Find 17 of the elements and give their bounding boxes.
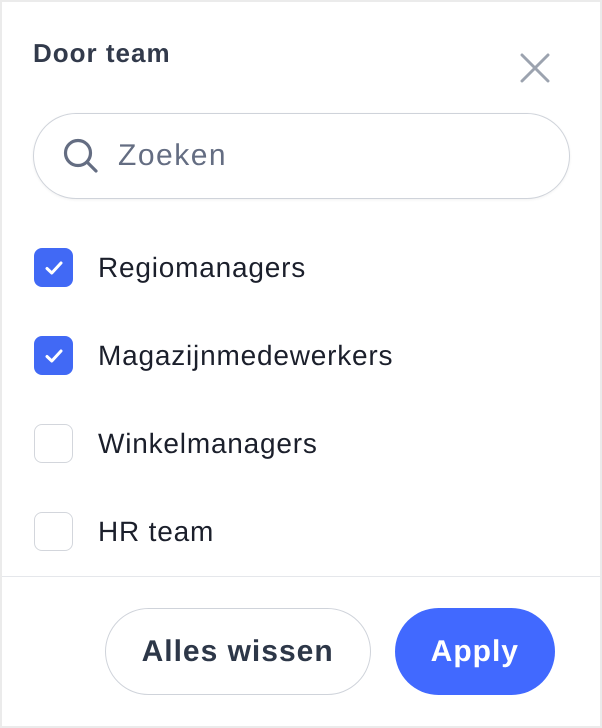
option-label: Magazijnmedewerkers — [98, 338, 394, 372]
search-icon — [63, 138, 98, 173]
checkbox[interactable] — [34, 336, 73, 375]
close-button[interactable] — [520, 53, 550, 83]
option-label: Winkelmanagers — [98, 426, 318, 460]
panel-title: Door team — [33, 37, 171, 69]
close-icon — [520, 53, 550, 83]
clear-button[interactable]: Alles wissen — [104, 608, 371, 695]
checkbox[interactable] — [34, 248, 73, 287]
check-icon — [44, 260, 62, 274]
apply-button[interactable]: Apply — [394, 608, 555, 695]
search-field[interactable]: Zoeken — [33, 113, 570, 199]
checkbox[interactable] — [34, 512, 73, 551]
option-label: Regiomanagers — [98, 250, 306, 284]
check-icon — [44, 348, 62, 362]
option-label: HR team — [98, 514, 214, 548]
checkbox[interactable] — [34, 424, 73, 463]
